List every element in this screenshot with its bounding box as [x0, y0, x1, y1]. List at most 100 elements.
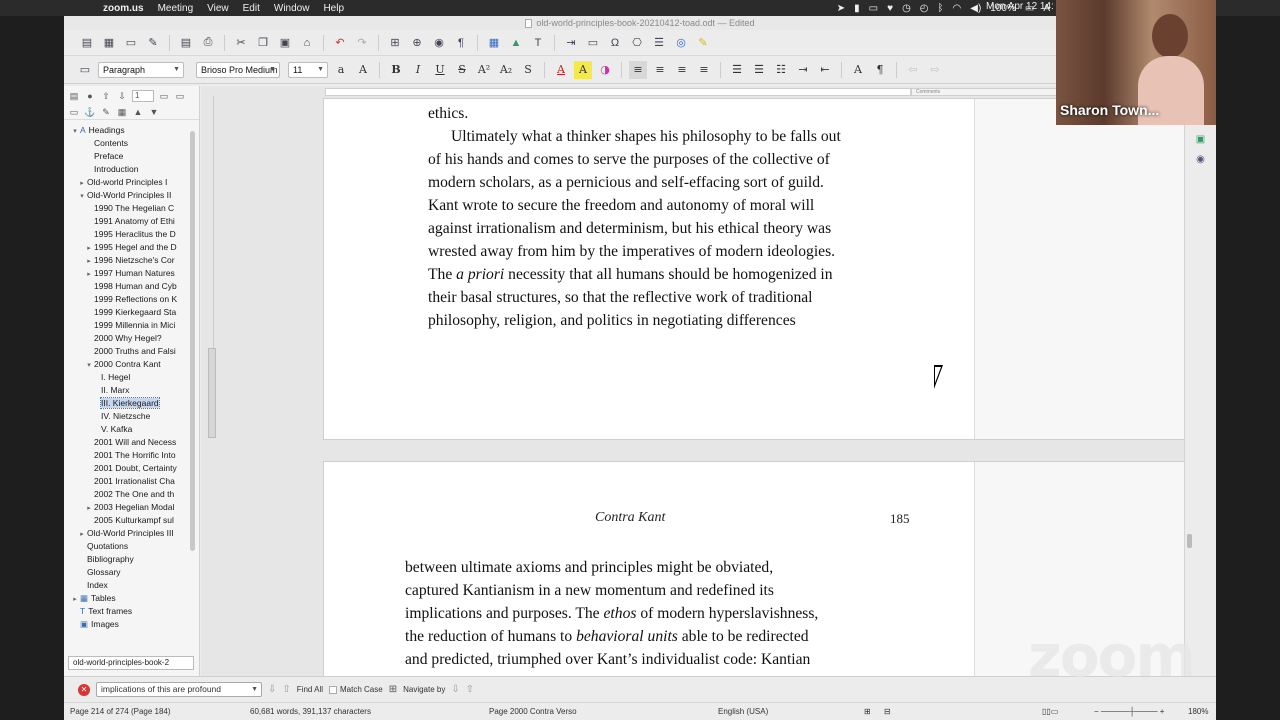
find-next-icon[interactable]: ⇩	[268, 684, 276, 695]
expand-down-icon[interactable]: ▾	[84, 359, 94, 371]
shadow-icon[interactable]: S	[519, 61, 537, 79]
camera-icon[interactable]: ▭	[869, 3, 878, 14]
insert-image-icon[interactable]: ▲	[507, 34, 525, 52]
page-break-icon[interactable]: ⇥	[562, 34, 580, 52]
signal-icon[interactable]: ▮	[854, 3, 860, 14]
page-info[interactable]: Page 214 of 274 (Page 184)	[70, 707, 171, 716]
character-dialog-icon[interactable]: A	[849, 61, 867, 79]
increase-font-icon[interactable]: a	[332, 61, 350, 79]
next-icon[interactable]: ⇨	[926, 61, 944, 79]
content-view-icon[interactable]: ▭	[158, 90, 170, 102]
underline-icon[interactable]: U	[431, 61, 449, 79]
navigator-item[interactable]: 1995 Heraclitus the D	[64, 228, 186, 241]
align-right-icon[interactable]: ≡	[673, 61, 691, 79]
navigator-item[interactable]: 2001 The Horrific Into	[64, 449, 186, 462]
reminder-icon[interactable]: ✎	[100, 106, 112, 118]
navigator-item[interactable]: ▾ Old-World Principles II	[64, 189, 186, 202]
subscript-icon[interactable]: A₂	[497, 61, 515, 79]
navigator-item[interactable]: Contents	[64, 137, 186, 150]
highlight-icon[interactable]: A	[574, 60, 592, 79]
navigator-item[interactable]: 1999 Millennia in Mici	[64, 319, 186, 332]
drag-mode-icon[interactable]: ▦	[116, 106, 128, 118]
find-replace-icon[interactable]: ⊞	[389, 684, 397, 695]
navigate-by-icon[interactable]: ▤	[68, 90, 80, 102]
open-icon[interactable]: ▭	[122, 34, 140, 52]
navigator-item[interactable]: 2000 Truths and Falsi	[64, 345, 186, 358]
close-icon[interactable]: ✕	[78, 683, 90, 696]
insert-mode-icon[interactable]: ⊞	[864, 707, 871, 716]
comment-icon[interactable]: ◎	[672, 34, 690, 52]
find-previous-icon[interactable]: ⇧	[282, 684, 290, 695]
vertical-scrollbar-thumb[interactable]	[1187, 534, 1192, 548]
font-name-select[interactable]: Brioso Pro Medium ▼	[196, 61, 280, 78]
copy-icon[interactable]: ❐	[254, 34, 272, 52]
page-number-field[interactable]: 1	[132, 90, 154, 102]
navigator-item[interactable]: Quotations	[64, 540, 186, 553]
checkbox-box[interactable]	[329, 685, 338, 694]
field-icon[interactable]: ▭	[584, 34, 602, 52]
navigator-item[interactable]: V. Kafka	[64, 423, 186, 436]
find-replace-icon[interactable]: ⊞	[386, 34, 404, 52]
navigator-item[interactable]: III. Kierkegaard	[64, 397, 186, 410]
anchor-icon[interactable]: ⚓	[84, 106, 96, 118]
page-body-text[interactable]: ethics. Ultimately what a thinker shapes…	[428, 102, 841, 332]
navigator-item[interactable]: IV. Nietzsche	[64, 410, 186, 423]
navigator-icon[interactable]: ◉	[1195, 154, 1207, 166]
navigator-item[interactable]: 2000 Why Hegel?	[64, 332, 186, 345]
match-case-checkbox[interactable]: Match Case	[329, 685, 383, 694]
wifi-icon[interactable]: ◠	[953, 3, 962, 14]
navigator-item[interactable]: T Text frames	[64, 605, 186, 618]
expand-right-icon[interactable]: ▸	[84, 242, 94, 254]
insert-table-icon[interactable]: ▦	[485, 34, 503, 52]
previous-object-icon[interactable]: ⇧	[100, 90, 112, 102]
navigator-item[interactable]: Preface	[64, 150, 186, 163]
zoom-slider[interactable]: − ─────┼──── +	[1094, 707, 1164, 716]
navigator-scrollbar[interactable]	[190, 131, 195, 551]
navigate-next-icon[interactable]: ⇩	[451, 684, 459, 695]
insert-text-icon[interactable]: T	[529, 34, 547, 52]
hyperlink-icon[interactable]: ⎔	[628, 34, 646, 52]
ordered-list-icon[interactable]: ☷	[772, 61, 790, 79]
page-style[interactable]: Page 2000 Contra Verso	[489, 707, 577, 716]
spelling-icon[interactable]: ◉	[430, 34, 448, 52]
zoom-icon[interactable]: ⊕	[408, 34, 426, 52]
navigator-item[interactable]: 2005 Kulturkampf sul	[64, 514, 186, 527]
expand-right-icon[interactable]: ▸	[70, 593, 80, 605]
decrease-indent-icon[interactable]: ⇤	[816, 61, 834, 79]
clock-icon[interactable]: ◴	[920, 3, 929, 14]
justify-icon[interactable]: ≡	[695, 61, 713, 79]
paragraph-dialog-icon[interactable]: ¶	[871, 61, 889, 79]
clone-formatting-icon[interactable]: ⌂	[298, 34, 316, 52]
location-icon[interactable]: ➤	[837, 3, 845, 14]
demote-chapter-icon[interactable]: ▼	[148, 106, 160, 118]
navigator-item[interactable]: ▣ Images	[64, 618, 186, 631]
zoom-level[interactable]: 180%	[1188, 707, 1208, 716]
cut-icon[interactable]: ✂	[232, 34, 250, 52]
expand-down-icon[interactable]: ▾	[77, 190, 87, 202]
font-color-icon[interactable]: A	[552, 61, 570, 79]
selection-mode-icon[interactable]: ⊟	[884, 707, 891, 716]
header-icon[interactable]: ▭	[174, 90, 186, 102]
navigator-item[interactable]: ▸ Old-World Principles III	[64, 527, 186, 540]
formatting-marks-icon[interactable]: ¶	[452, 34, 470, 52]
redo-icon[interactable]: ↷	[353, 34, 371, 52]
special-character-icon[interactable]: Ω	[606, 34, 624, 52]
navigator-item[interactable]: ▸ Old-world Principles I	[64, 176, 186, 189]
expand-right-icon[interactable]: ▸	[84, 255, 94, 267]
navigator-item[interactable]: 1998 Human and Cyb	[64, 280, 186, 293]
navigator-item[interactable]: II. Marx	[64, 384, 186, 397]
navigator-item[interactable]: Bibliography	[64, 553, 186, 566]
navigator-item[interactable]: ▸ 1995 Hegel and the D	[64, 241, 186, 254]
document-canvas[interactable]: Comments ethics. Ultimately what a think…	[259, 86, 1184, 676]
font-size-select[interactable]: 11 ▼	[288, 61, 328, 78]
track-changes-icon[interactable]: ✎	[694, 34, 712, 52]
set-paragraph-style-icon[interactable]: ▭	[76, 61, 94, 79]
print-icon[interactable]: ⎙	[199, 34, 217, 52]
word-count[interactable]: 60,681 words, 391,137 characters	[250, 707, 371, 716]
navigator-item[interactable]: 2002 The One and th	[64, 488, 186, 501]
menu-view[interactable]: View	[200, 3, 236, 14]
strikethrough-icon[interactable]: S	[453, 61, 471, 79]
previous-icon[interactable]: ⇦	[904, 61, 922, 79]
navigate-previous-icon[interactable]: ⇧	[466, 684, 474, 695]
navigator-item[interactable]: Introduction	[64, 163, 186, 176]
